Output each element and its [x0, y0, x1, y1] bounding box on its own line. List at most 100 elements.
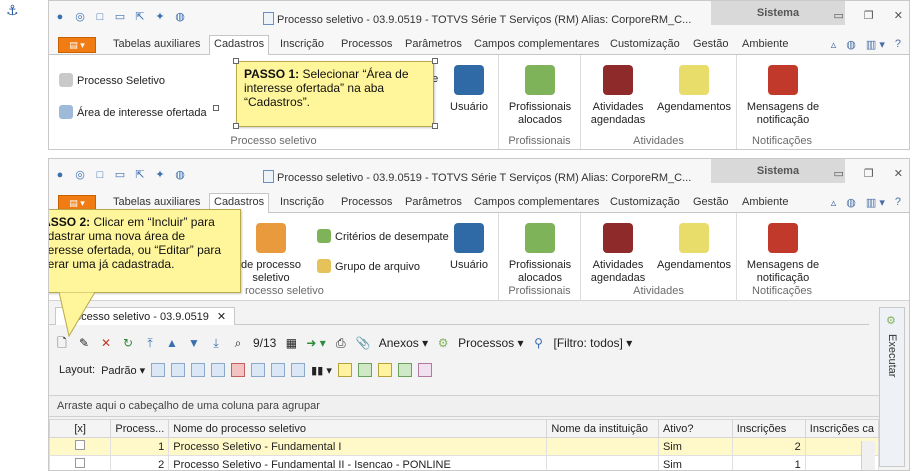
tab-processos[interactable]: Processos	[341, 196, 392, 208]
app-logo-icon[interactable]: ●	[53, 10, 67, 24]
tab-tabelas-auxiliares[interactable]: Tabelas auxiliares	[113, 38, 200, 50]
help-icon[interactable]: ?	[895, 38, 901, 51]
layout-save-icon[interactable]	[151, 363, 166, 377]
new-window-icon[interactable]: □	[93, 168, 107, 182]
column-header-inscricoes-ca[interactable]: Inscrições ca	[804, 419, 880, 438]
area-interesse-ofertada-button[interactable]: Área de interesse ofertada	[59, 105, 207, 119]
new-window-icon[interactable]: □	[93, 10, 107, 24]
close-icon[interactable]: ✕	[894, 9, 903, 22]
tab-campos-complementares[interactable]: Campos complementares	[474, 196, 599, 208]
agendamentos-button[interactable]: Agendamentos	[655, 223, 733, 272]
layout-icon[interactable]: ▥ ▾	[866, 38, 885, 51]
attachment-icon[interactable]: 📎	[356, 335, 371, 351]
restore-icon[interactable]: ❐	[864, 9, 874, 22]
column-header-select[interactable]: [x]	[49, 419, 112, 438]
usuario-button[interactable]: Usuário	[441, 223, 497, 272]
atividades-agendadas-button[interactable]: Atividades agendadas	[587, 65, 649, 127]
column-header-processo[interactable]: Process...	[110, 419, 170, 438]
help-globe-icon[interactable]: ◍	[173, 10, 187, 24]
globe-icon[interactable]: ◍	[846, 38, 856, 51]
profissionais-alocados-button[interactable]: Profissionais alocados	[505, 223, 575, 285]
processos-button[interactable]: Processos ▾	[458, 336, 523, 350]
window-icon[interactable]: ▭	[113, 168, 127, 182]
tab-parametros[interactable]: Parâmetros	[405, 196, 462, 208]
close-tab-icon[interactable]: ✕	[217, 311, 226, 323]
print-icon[interactable]: ⎙	[334, 335, 348, 351]
tab-gestao[interactable]: Gestão	[693, 196, 728, 208]
magic-wand-icon[interactable]: ✦	[153, 168, 167, 182]
app-logo-icon[interactable]: ●	[53, 168, 67, 182]
filter-dropdown[interactable]: [Filtro: todos] ▾	[554, 336, 633, 350]
font-icon[interactable]	[417, 363, 432, 377]
help-icon[interactable]: ?	[895, 196, 901, 209]
restore-icon[interactable]: ❐	[864, 167, 874, 180]
tab-cadastros[interactable]: Cadastros	[209, 35, 270, 56]
usuario-button[interactable]: Usuário	[441, 65, 497, 114]
processo-seletivo-button[interactable]: Processo Seletivo	[59, 73, 165, 87]
layout-import-icon[interactable]	[211, 363, 226, 377]
close-icon[interactable]: ✕	[894, 167, 903, 180]
row-checkbox[interactable]	[75, 440, 86, 450]
export-icon[interactable]: ⇱	[133, 10, 147, 24]
column-header-nome[interactable]: Nome do processo seletivo	[168, 419, 548, 438]
last-record-icon[interactable]: ⤓	[209, 335, 223, 351]
view-green-2-icon[interactable]	[397, 363, 412, 377]
tab-tabelas-auxiliares[interactable]: Tabelas auxiliares	[113, 196, 200, 208]
layout-select[interactable]: Padrão ▾	[101, 364, 145, 377]
layout-copy-icon[interactable]	[171, 363, 186, 377]
layout-icon[interactable]: ▥ ▾	[866, 196, 885, 209]
view-green-icon[interactable]	[357, 363, 372, 377]
tab-inscricao[interactable]: Inscrição	[280, 38, 324, 50]
export-arrow-icon[interactable]: ➜ ▾	[306, 335, 325, 351]
tab-ambiente[interactable]: Ambiente	[742, 196, 788, 208]
globe-icon[interactable]: ◎	[73, 10, 87, 24]
refresh-icon[interactable]: ↻	[121, 335, 135, 351]
magic-wand-icon[interactable]: ✦	[153, 10, 167, 24]
tab-customizacao[interactable]: Customização	[610, 196, 680, 208]
tab-parametros[interactable]: Parâmetros	[405, 38, 462, 50]
tab-campos-complementares[interactable]: Campos complementares	[474, 38, 599, 50]
column-header-instituicao[interactable]: Nome da instituição	[546, 419, 659, 438]
processo-seletivo-partial-button[interactable]: de processo seletivo	[235, 223, 307, 285]
criterios-desempate-button[interactable]: Critérios de desempate	[317, 229, 449, 243]
export-icon[interactable]: ⇱	[133, 168, 147, 182]
minimize-icon[interactable]: ▭	[834, 9, 844, 22]
grid-scrollbar[interactable]	[861, 441, 875, 470]
binoculars-icon[interactable]: ⌕	[231, 335, 245, 351]
column-header-ativo[interactable]: Ativo?	[657, 419, 733, 438]
chart-icon[interactable]: ▮▮ ▾	[311, 364, 332, 377]
previous-record-icon[interactable]: ▲	[165, 335, 179, 351]
layout-delete-icon[interactable]	[231, 363, 246, 377]
layout-grid-icon[interactable]	[251, 363, 266, 377]
collapse-ribbon-icon[interactable]: ▵	[831, 38, 837, 51]
window-icon[interactable]: ▭	[113, 10, 127, 24]
group-by-bar[interactable]: Arraste aqui o cabeçalho de uma coluna p…	[49, 395, 879, 417]
calendar-view-icon[interactable]: ▦	[284, 335, 298, 351]
agendamentos-button[interactable]: Agendamentos	[655, 65, 733, 114]
table-row[interactable]: 2 Processo Seletivo - Fundamental II - I…	[49, 455, 880, 470]
grupo-arquivo-button[interactable]: Grupo de arquivo	[317, 259, 420, 273]
profissionais-alocados-button[interactable]: Profissionais alocados	[505, 65, 575, 127]
executar-panel[interactable]: ⚙ Executar	[879, 307, 905, 467]
anexos-button[interactable]: Anexos ▾	[379, 336, 428, 350]
layout-columns-icon[interactable]	[191, 363, 206, 377]
collapse-ribbon-icon[interactable]: ▵	[831, 196, 837, 209]
mensagens-notificacao-button[interactable]: Mensagens de notificação	[741, 223, 825, 285]
tab-inscricao[interactable]: Inscrição	[280, 196, 324, 208]
help-globe-icon[interactable]: ◍	[173, 168, 187, 182]
layout-image-icon[interactable]	[291, 363, 306, 377]
tab-processos[interactable]: Processos	[341, 38, 392, 50]
first-record-icon[interactable]: ⤒	[143, 335, 157, 351]
row-checkbox[interactable]	[75, 458, 86, 468]
table-row[interactable]: 1 Processo Seletivo - Fundamental I Sim …	[49, 437, 880, 456]
minimize-icon[interactable]: ▭	[834, 167, 844, 180]
view-yellow-2-icon[interactable]	[377, 363, 392, 377]
next-record-icon[interactable]: ▼	[187, 335, 201, 351]
globe-icon[interactable]: ◎	[73, 168, 87, 182]
column-header-inscricoes[interactable]: Inscrições	[731, 419, 806, 438]
globe-icon[interactable]: ◍	[846, 196, 856, 209]
tab-gestao[interactable]: Gestão	[693, 38, 728, 50]
atividades-agendadas-button[interactable]: Atividades agendadas	[587, 223, 649, 285]
layout-table-icon[interactable]	[271, 363, 286, 377]
app-menu-button[interactable]: ▤ ▾	[58, 37, 96, 53]
